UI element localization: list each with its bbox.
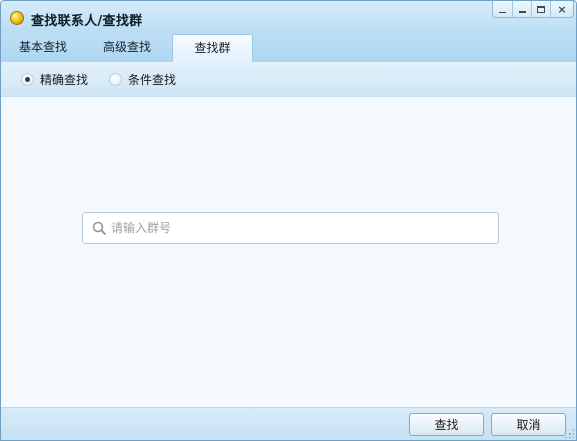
- group-number-input[interactable]: [111, 214, 491, 242]
- radio-conditional-label: 条件查找: [128, 73, 177, 87]
- find-button[interactable]: 查找: [409, 413, 484, 436]
- cancel-button[interactable]: 取消: [491, 413, 566, 436]
- menu-icon: [499, 11, 506, 13]
- search-mode-bar: 精确查找 条件查找: [1, 62, 576, 97]
- title-bar[interactable]: 查找联系人/查找群 ×: [1, 1, 576, 34]
- find-window: 查找联系人/查找群 × 基本查找 高级查找 查找群 精确查找 条件查找 请输入群…: [0, 0, 577, 441]
- window-controls: ×: [492, 1, 574, 18]
- content-area: [1, 97, 576, 407]
- close-icon: ×: [557, 2, 567, 16]
- radio-unchecked-icon[interactable]: [109, 73, 122, 86]
- radio-conditional-search[interactable]: 条件查找: [109, 71, 176, 88]
- radio-checked-icon[interactable]: [21, 73, 34, 86]
- minimize-button[interactable]: [512, 1, 531, 17]
- radio-exact-label: 精确查找: [40, 73, 89, 87]
- tab-advanced-search[interactable]: 高级查找: [87, 34, 167, 62]
- app-logo-icon: [10, 11, 24, 25]
- search-icon: [92, 221, 106, 235]
- radio-exact-search[interactable]: 精确查找: [21, 71, 88, 88]
- close-button[interactable]: ×: [550, 1, 573, 17]
- minimize-icon: [518, 10, 526, 13]
- maximize-icon: [537, 5, 545, 13]
- group-search-box[interactable]: [82, 212, 499, 244]
- maximize-button[interactable]: [531, 1, 550, 17]
- tab-bar: 基本查找 高级查找 查找群: [1, 34, 576, 62]
- tab-find-group[interactable]: 查找群: [172, 34, 253, 62]
- menu-button[interactable]: [493, 1, 512, 17]
- tab-basic-search[interactable]: 基本查找: [5, 34, 81, 62]
- footer-bar: 查找 取消: [1, 407, 576, 440]
- window-title: 查找联系人/查找群: [31, 14, 143, 29]
